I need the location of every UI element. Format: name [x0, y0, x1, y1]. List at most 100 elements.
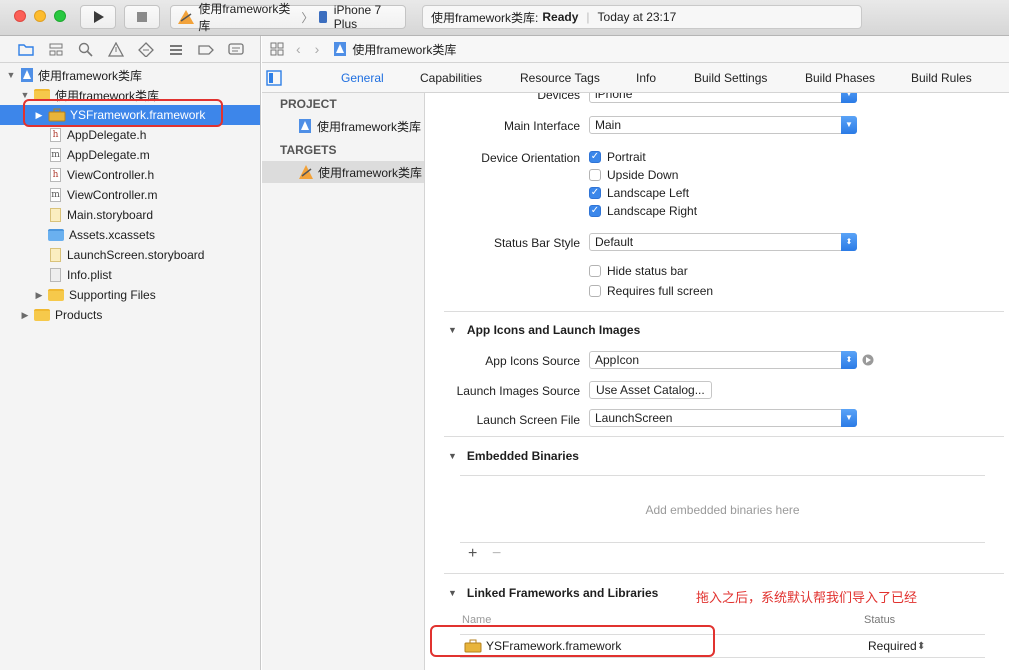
search-icon[interactable]	[78, 42, 94, 57]
warning-icon[interactable]	[108, 42, 124, 57]
launch-screen-file-combo[interactable]: LaunchScreen ▼	[589, 409, 857, 427]
tree-item-file[interactable]: Assets.xcassets	[0, 225, 260, 245]
tree-item-label: 使用framework类库	[38, 68, 143, 83]
landscape-left-checkbox[interactable]: ✓ Landscape Left	[589, 186, 689, 200]
status-bar-style-value: Default	[595, 235, 634, 249]
test-diamond-icon[interactable]	[138, 42, 154, 57]
divider	[444, 311, 1004, 312]
target-item[interactable]: 使用framework类库	[262, 161, 424, 183]
debug-icon[interactable]	[168, 42, 184, 57]
app-icons-source-popup[interactable]: AppIcon ⬍	[589, 351, 857, 369]
stop-button[interactable]	[124, 5, 160, 29]
checkmark-icon: ✓	[589, 151, 601, 163]
hierarchy-icon[interactable]	[48, 42, 64, 57]
device-name: iPhone 7 Plus	[333, 3, 382, 31]
report-icon[interactable]	[228, 42, 244, 57]
remove-embedded-button[interactable]: −	[492, 545, 501, 563]
disclosure-closed-icon[interactable]: ▶	[34, 290, 44, 301]
launch-images-source-label: Launch Images Source	[456, 384, 580, 398]
tree-item-project[interactable]: ▼ 使用framework类库	[0, 65, 260, 85]
tab-general[interactable]: General	[341, 71, 384, 85]
status-state: Ready	[542, 10, 579, 24]
status-project: 使用framework类库:	[431, 10, 539, 25]
grid-icon[interactable]	[270, 42, 284, 56]
minimize-window-button[interactable]	[34, 10, 46, 22]
close-window-button[interactable]	[14, 10, 26, 22]
devices-popup[interactable]: iPhone ▼	[589, 93, 857, 103]
forward-icon[interactable]: ›	[315, 41, 320, 57]
status-bar-style-popup[interactable]: Default ⬍	[589, 233, 857, 251]
tab-build-settings[interactable]: Build Settings	[694, 71, 767, 85]
linked-frameworks-section-header[interactable]: ▼ Linked Frameworks and Libraries	[448, 586, 658, 600]
project-item[interactable]: 使用framework类库	[262, 115, 424, 137]
tree-item-file[interactable]: h AppDelegate.h	[0, 125, 260, 145]
scheme-selector[interactable]: 使用framework类库 〉 iPhone 7 Plus	[170, 2, 406, 33]
checkbox-label: Landscape Right	[607, 204, 698, 218]
main-interface-combo[interactable]: Main ▼	[589, 116, 857, 134]
app-icons-section-header[interactable]: ▼ App Icons and Launch Images	[448, 323, 640, 337]
tree-item-group[interactable]: ▶ Products	[0, 305, 260, 325]
tab-capabilities[interactable]: Capabilities	[420, 71, 482, 85]
go-arrow-icon[interactable]	[862, 354, 874, 366]
target-item-label: 使用framework类库	[318, 165, 423, 180]
sidebar-toggle-icon[interactable]	[266, 70, 282, 86]
divider	[460, 657, 985, 658]
tab-build-rules[interactable]: Build Rules	[911, 71, 972, 85]
jump-bar: ‹ › 使用framework类库	[262, 36, 1009, 63]
tree-item-file[interactable]: h ViewController.h	[0, 165, 260, 185]
folder-icon[interactable]	[18, 42, 34, 57]
disclosure-closed-icon[interactable]: ▶	[20, 310, 30, 321]
use-asset-catalog-button[interactable]: Use Asset Catalog...	[589, 381, 712, 399]
disclosure-open-icon[interactable]: ▼	[448, 451, 457, 461]
chevron-down-icon: ▼	[841, 116, 857, 134]
tree-item-file[interactable]: LaunchScreen.storyboard	[0, 245, 260, 265]
jump-bar-crumb[interactable]: 使用framework类库	[352, 41, 456, 58]
zoom-window-button[interactable]	[54, 10, 66, 22]
app-target-icon	[299, 165, 313, 179]
linked-framework-status[interactable]: Required	[868, 639, 917, 653]
updown-chevron-icon: ⬍	[841, 233, 857, 251]
landscape-right-checkbox[interactable]: ✓ Landscape Right	[589, 204, 697, 218]
back-icon[interactable]: ‹	[296, 41, 301, 57]
devices-value: iPhone	[595, 93, 633, 101]
chevron-down-icon: ▼	[841, 93, 857, 103]
tab-info[interactable]: Info	[636, 71, 656, 85]
tree-item-group[interactable]: ▶ Supporting Files	[0, 285, 260, 305]
status-bar-style-label: Status Bar Style	[493, 236, 580, 250]
annotation-note: 拖入之后，系统默认帮我们导入了已经	[696, 590, 918, 605]
annotation-highlight-linked-framework	[430, 625, 715, 657]
stop-icon	[137, 12, 147, 22]
app-icons-source-label: App Icons Source	[485, 354, 580, 368]
tree-item-file[interactable]: m AppDelegate.m	[0, 145, 260, 165]
tree-item-label: AppDelegate.m	[67, 148, 150, 162]
checkbox-empty	[589, 265, 601, 277]
disclosure-open-icon[interactable]: ▼	[6, 70, 16, 80]
tree-item-label: LaunchScreen.storyboard	[67, 248, 205, 262]
portrait-checkbox[interactable]: ✓ Portrait	[589, 150, 646, 164]
tab-build-phases[interactable]: Build Phases	[805, 71, 875, 85]
main-interface-label: Main Interface	[503, 119, 580, 133]
run-button[interactable]	[80, 5, 116, 29]
tree-item-label: ViewController.h	[67, 168, 155, 182]
section-header-project: PROJECT	[280, 97, 337, 111]
launch-screen-file-value: LaunchScreen	[595, 411, 673, 425]
disclosure-open-icon[interactable]: ▼	[448, 588, 457, 598]
tree-item-file[interactable]: Main.storyboard	[0, 205, 260, 225]
requires-full-screen-checkbox[interactable]: Requires full screen	[589, 284, 713, 298]
tab-resource-tags[interactable]: Resource Tags	[520, 71, 600, 85]
upside-down-checkbox[interactable]: Upside Down	[589, 168, 678, 182]
hide-status-bar-checkbox[interactable]: Hide status bar	[589, 264, 688, 278]
tree-item-file[interactable]: Info.plist	[0, 265, 260, 285]
breakpoint-icon[interactable]	[198, 42, 214, 57]
project-file-icon	[21, 68, 33, 82]
embedded-binaries-section-header[interactable]: ▼ Embedded Binaries	[448, 449, 579, 463]
tree-item-file[interactable]: m ViewController.m	[0, 185, 260, 205]
add-embedded-button[interactable]: +	[468, 545, 477, 563]
toolbar: 使用framework类库 〉 iPhone 7 Plus 使用framewor…	[0, 0, 1009, 36]
disclosure-open-icon[interactable]: ▼	[448, 325, 457, 335]
checkbox-label: Portrait	[607, 150, 646, 164]
header-file-icon: h	[50, 128, 61, 142]
updown-chevron-icon[interactable]: ⬍	[917, 641, 925, 652]
column-header-status[interactable]: Status	[864, 614, 895, 626]
divider	[444, 573, 1004, 574]
